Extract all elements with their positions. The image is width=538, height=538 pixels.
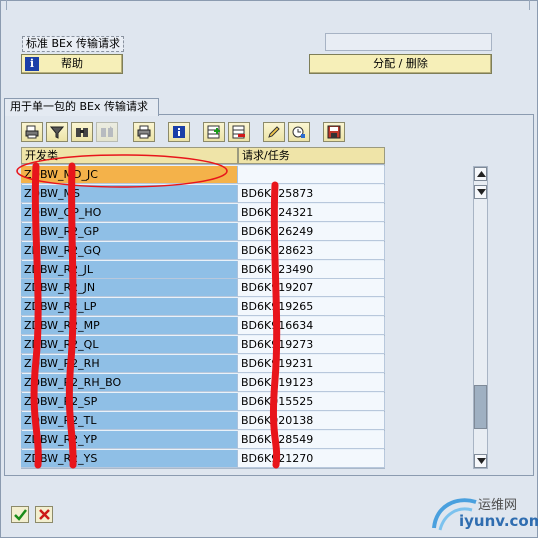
table-row[interactable]: ZDBW_MD_JC: [21, 166, 385, 184]
display-field: [325, 33, 492, 51]
confirm-button[interactable]: [11, 506, 29, 523]
cell-request[interactable]: BD6K915525: [238, 392, 385, 411]
table-row[interactable]: ZDBW_R2_RH_BO BD6K919123: [21, 373, 385, 392]
cell-dev-class[interactable]: ZDBW_R2_SP: [21, 392, 238, 411]
table-row[interactable]: ZDBW_R2_RH BD6K919231: [21, 355, 385, 373]
group-tab: 用于单一包的 BEx 传输请求: [4, 98, 159, 116]
cell-request[interactable]: [238, 166, 385, 184]
column-header-request[interactable]: 请求/任务: [238, 147, 385, 164]
cell-request[interactable]: BD6K919265: [238, 298, 385, 317]
caret-down-icon: [477, 189, 486, 195]
cell-dev-class[interactable]: ZDBW_R2_QL: [21, 336, 238, 355]
cell-dev-class[interactable]: ZDBW_R2_GQ: [21, 241, 238, 260]
table-row[interactable]: ZDBW_R2_GQ BD6K928623: [21, 241, 385, 260]
help-button[interactable]: i 帮助: [21, 54, 123, 74]
cell-dev-class[interactable]: ZDBW_MD_JC: [21, 166, 238, 184]
cell-request[interactable]: BD6K928549: [238, 430, 385, 449]
cell-request[interactable]: BD6K926249: [238, 222, 385, 241]
cell-dev-class[interactable]: ZDBW_R2_YS: [21, 449, 238, 468]
cell-dev-class[interactable]: ZDBW_R2_TL: [21, 411, 238, 430]
cell-request[interactable]: BD6K925873: [238, 184, 385, 203]
table-row[interactable]: ZDBW_R2_SP BD6K915525: [21, 392, 385, 411]
cell-request[interactable]: BD6K919231: [238, 355, 385, 373]
cell-dev-class[interactable]: ZDBW_R2_RH: [21, 355, 238, 373]
cell-dev-class[interactable]: ZDBW_R2_RH_BO: [21, 373, 238, 392]
cross-icon: [39, 509, 50, 520]
watermark: 运维网 iyunv.com: [426, 488, 538, 536]
where-used-icon[interactable]: [288, 122, 310, 142]
table-row[interactable]: ZDBW_MS BD6K925873: [21, 184, 385, 203]
cell-request[interactable]: BD6K919273: [238, 336, 385, 355]
scroll-up-button[interactable]: [474, 167, 487, 181]
find-next-icon[interactable]: [96, 122, 118, 142]
table-row[interactable]: ZDBW_R2_YS BD6K921270: [21, 449, 385, 468]
cell-request[interactable]: BD6K921270: [238, 449, 385, 468]
top-strip: [6, 0, 530, 10]
filter-icon[interactable]: [46, 122, 68, 142]
watermark-line2: iyunv.com: [459, 512, 538, 530]
cell-request[interactable]: BD6K920138: [238, 411, 385, 430]
scroll-thumb[interactable]: [474, 385, 487, 429]
scroll-page-down-button[interactable]: [474, 185, 487, 199]
cell-dev-class[interactable]: ZDBW_R2_GP: [21, 222, 238, 241]
table-row[interactable]: ZDBW_R2_JN BD6K919207: [21, 279, 385, 298]
checkmark-icon: [14, 509, 27, 521]
help-button-label: 帮助: [61, 57, 83, 70]
cell-request[interactable]: BD6K924321: [238, 203, 385, 222]
table-row[interactable]: ZDBW_R2_LP BD6K919265: [21, 298, 385, 317]
cancel-button[interactable]: [35, 506, 53, 523]
cell-request[interactable]: BD6K928623: [238, 241, 385, 260]
table-scrollbar[interactable]: [473, 166, 488, 469]
table-row[interactable]: ZDBW_R2_GP BD6K926249: [21, 222, 385, 241]
cell-request[interactable]: BD6K923490: [238, 260, 385, 279]
cell-dev-class[interactable]: ZDBW_R2_MP: [21, 317, 238, 336]
scroll-down-button[interactable]: [474, 454, 487, 468]
delete-row-icon[interactable]: [228, 122, 250, 142]
find-icon[interactable]: [71, 122, 93, 142]
save-icon[interactable]: [323, 122, 345, 142]
cell-dev-class[interactable]: ZDBW_R2_LP: [21, 298, 238, 317]
edit-pencil-icon[interactable]: [263, 122, 285, 142]
cell-request[interactable]: BD6K916634: [238, 317, 385, 336]
table-row[interactable]: ZDBW_R2_JL BD6K923490: [21, 260, 385, 279]
cell-request[interactable]: BD6K919123: [238, 373, 385, 392]
table-row[interactable]: ZDBW_R2_TL BD6K920138: [21, 411, 385, 430]
insert-row-icon[interactable]: [203, 122, 225, 142]
cell-dev-class[interactable]: ZDBW_MS: [21, 184, 238, 203]
table-row[interactable]: ZDBW_OP_HO BD6K924321: [21, 203, 385, 222]
title-label: 标准 BEx 传输请求: [22, 36, 124, 52]
cell-dev-class[interactable]: ZDBW_R2_JN: [21, 279, 238, 298]
cell-request[interactable]: BD6K919207: [238, 279, 385, 298]
watermark-line1: 运维网: [478, 498, 518, 513]
table-row[interactable]: ZDBW_R2_MP BD6K916634: [21, 317, 385, 336]
cell-dev-class[interactable]: ZDBW_R2_JL: [21, 260, 238, 279]
column-header-dev-class[interactable]: 开发类: [21, 147, 238, 164]
printer-preview-icon[interactable]: [21, 122, 43, 142]
caret-up-icon: [477, 171, 486, 177]
assign-delete-button-label: 分配 / 删除: [373, 57, 428, 70]
cell-dev-class[interactable]: ZDBW_R2_YP: [21, 430, 238, 449]
cell-dev-class[interactable]: ZDBW_OP_HO: [21, 203, 238, 222]
info-icon: i: [25, 57, 39, 71]
print-icon[interactable]: [133, 122, 155, 142]
caret-down-icon: [477, 458, 486, 464]
info-icon[interactable]: [168, 122, 190, 142]
table-row[interactable]: ZDBW_R2_YP BD6K928549: [21, 430, 385, 449]
assign-delete-button[interactable]: 分配 / 删除: [309, 54, 492, 74]
table-row[interactable]: ZDBW_R2_QL BD6K919273: [21, 336, 385, 355]
